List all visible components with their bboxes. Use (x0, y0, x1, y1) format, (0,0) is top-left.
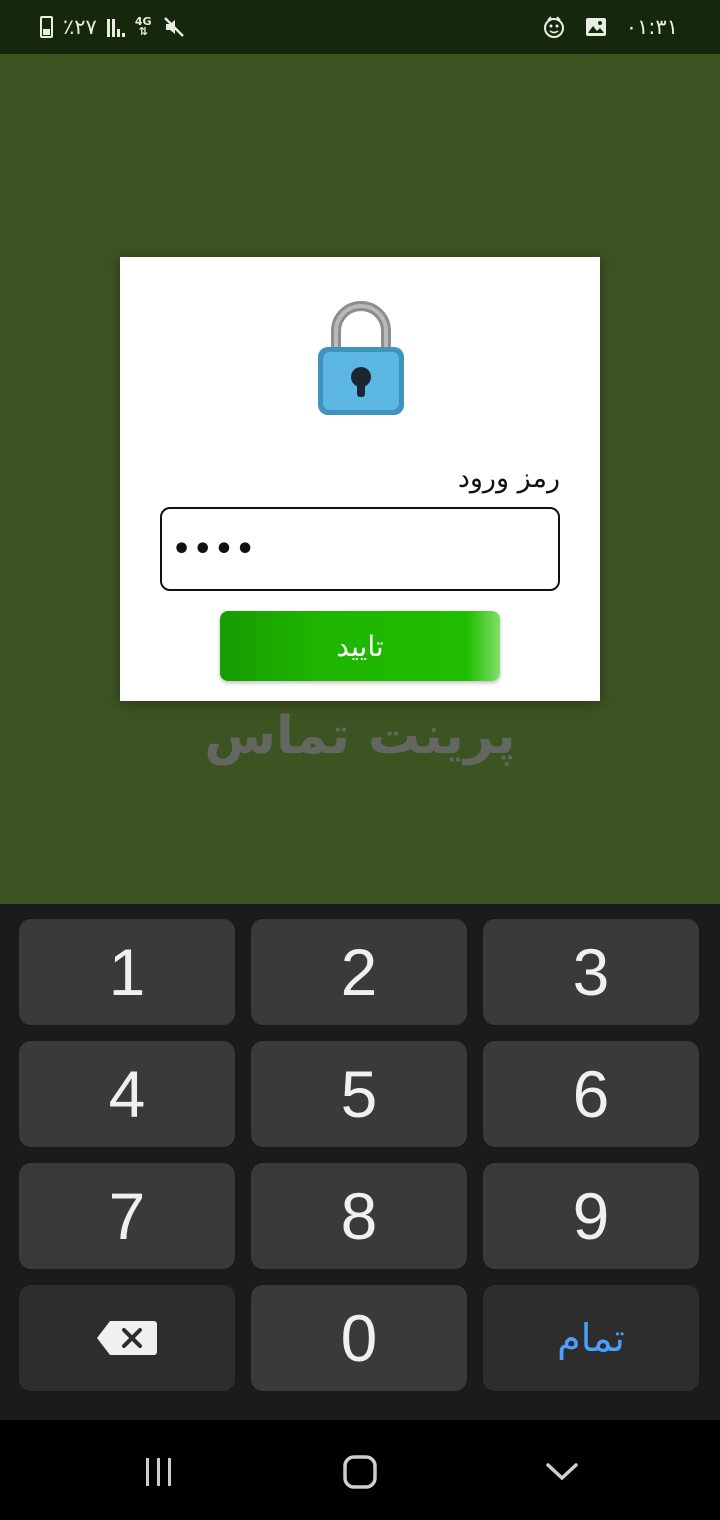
done-key[interactable]: تمام (483, 1285, 699, 1391)
clock: ۰۱:۳۱ (625, 15, 678, 39)
home-icon (343, 1455, 377, 1489)
home-button[interactable] (340, 1452, 380, 1492)
key-0[interactable]: 0 (251, 1285, 467, 1391)
key-9[interactable]: 9 (483, 1163, 699, 1269)
key-2[interactable]: 2 (251, 919, 467, 1025)
password-label: رمز ورود (457, 463, 560, 494)
network-type: 4G ⇅ (135, 16, 152, 38)
gallery-notification-icon (585, 18, 606, 36)
confirm-button[interactable]: تایید (220, 611, 500, 681)
mute-icon (163, 17, 184, 37)
numeric-keyboard: 1 2 3 4 5 6 7 8 9 0 تمام (0, 904, 720, 1420)
status-bar: ٪۲۷ 4G ⇅ ۰۱:۳۱ (0, 0, 720, 54)
key-1[interactable]: 1 (19, 919, 235, 1025)
backspace-icon (97, 1321, 157, 1355)
key-3[interactable]: 3 (483, 919, 699, 1025)
chevron-down-icon (546, 1463, 578, 1481)
battery-percent: ٪۲۷ (63, 15, 97, 39)
data-arrows-icon: ⇅ (138, 25, 148, 38)
password-value: •••• (172, 531, 257, 567)
key-6[interactable]: 6 (483, 1041, 699, 1147)
lock-icon (318, 301, 404, 415)
notification-app-icon (543, 16, 564, 38)
navigation-bar (0, 1420, 720, 1520)
battery-icon (40, 16, 53, 38)
recent-apps-button[interactable] (139, 1452, 179, 1492)
done-key-label: تمام (557, 1316, 625, 1360)
key-5[interactable]: 5 (251, 1041, 467, 1147)
confirm-button-label: تایید (336, 629, 384, 663)
backspace-key[interactable] (19, 1285, 235, 1391)
hide-keyboard-button[interactable] (542, 1452, 582, 1492)
password-input[interactable]: •••• (160, 507, 560, 591)
key-8[interactable]: 8 (251, 1163, 467, 1269)
brand-title: پرینت تماس (204, 706, 516, 766)
recent-apps-icon (146, 1458, 171, 1486)
key-4[interactable]: 4 (19, 1041, 235, 1147)
login-dialog: رمز ورود •••• تایید (120, 257, 600, 701)
key-7[interactable]: 7 (19, 1163, 235, 1269)
status-left: ٪۲۷ 4G ⇅ (40, 12, 186, 42)
signal-icon (106, 17, 125, 37)
status-right: ۰۱:۳۱ (542, 12, 678, 42)
